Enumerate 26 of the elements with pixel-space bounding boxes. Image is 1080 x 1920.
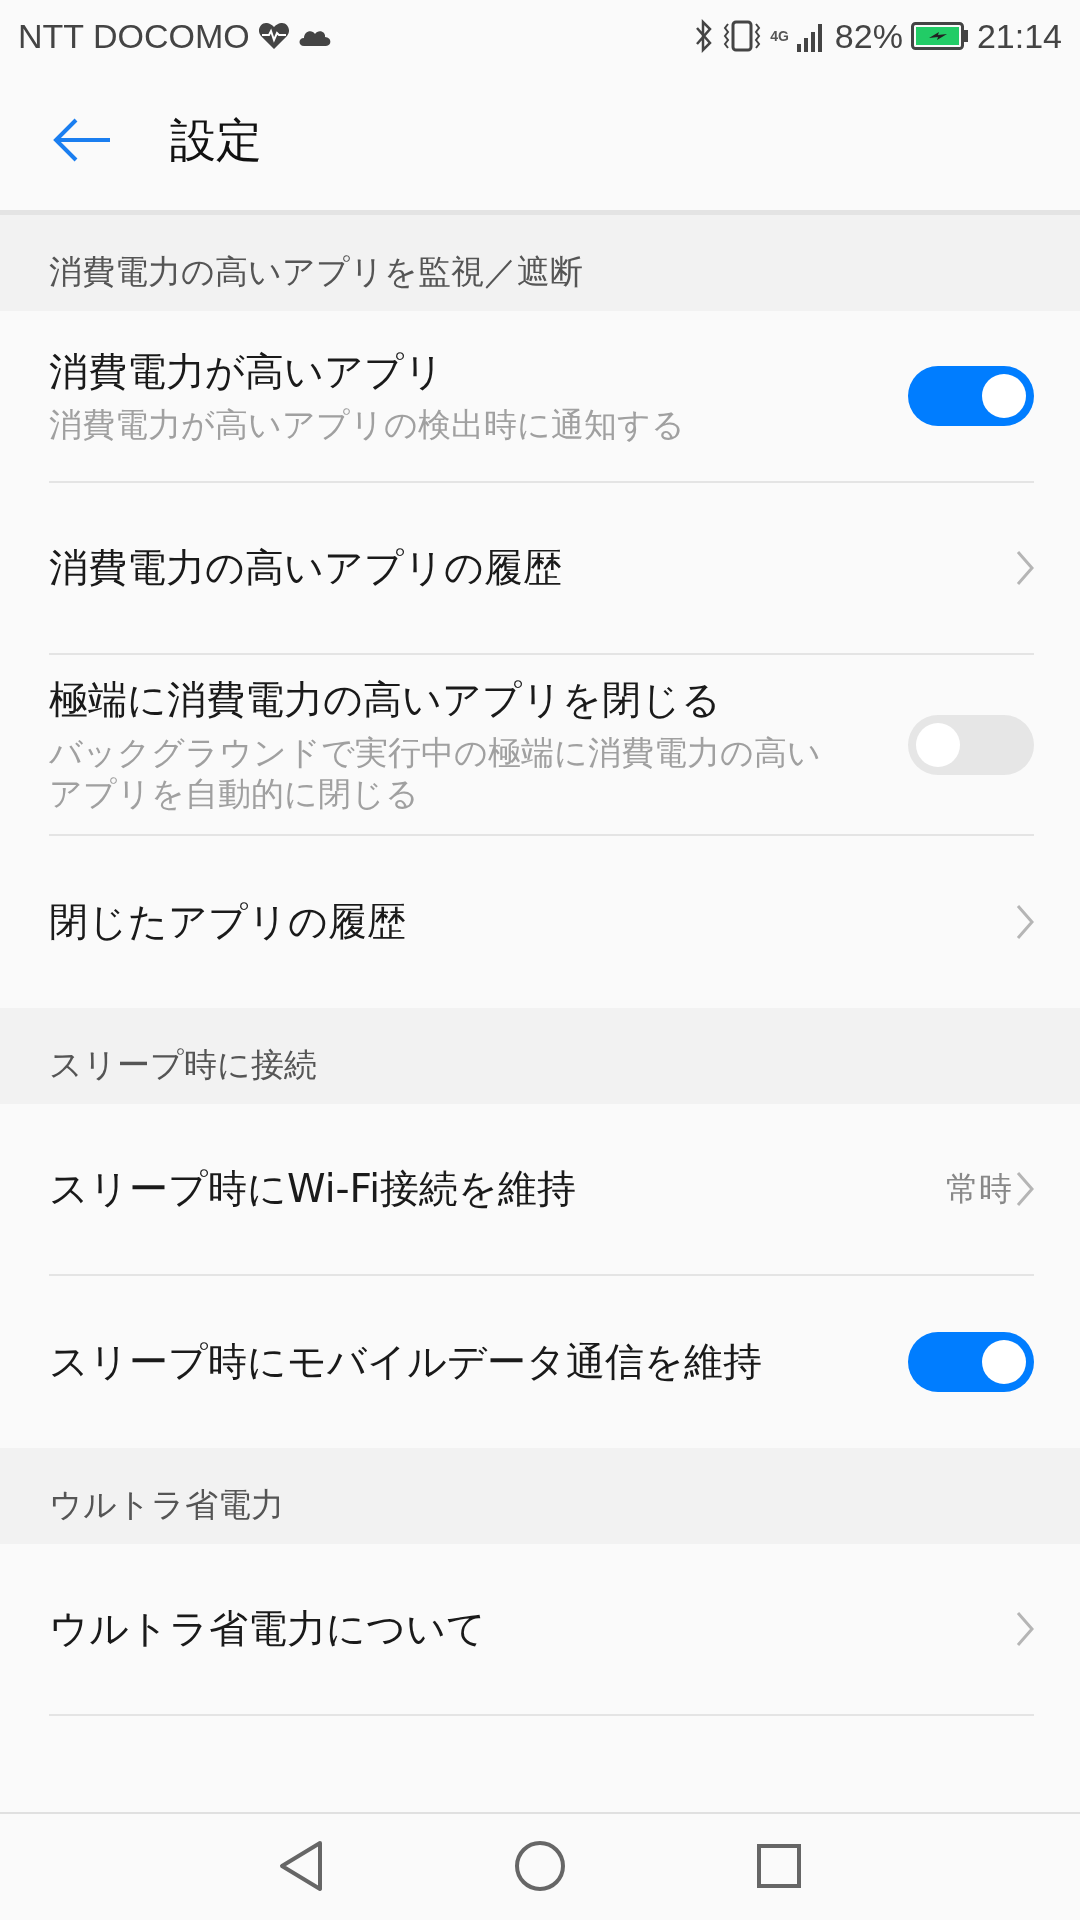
setting-title: 閉じたアプリの履歴: [49, 897, 407, 946]
battery-percent: 82%: [834, 16, 903, 56]
battery-charging-icon: [910, 22, 969, 50]
clock-time: 21:14: [976, 16, 1062, 56]
network-type: 4G: [770, 29, 789, 43]
chevron-right-icon[interactable]: [1016, 1611, 1034, 1648]
section-header: スリープ時に接続: [49, 1044, 317, 1087]
setting-description: バックグラウンドで実行中の極端に消費電力の高いアプリを自動的に閉じる: [49, 731, 822, 815]
chevron-right-icon[interactable]: [1016, 904, 1034, 941]
setting-title: 消費電力が高いアプリ: [49, 348, 445, 397]
chevron-right-icon[interactable]: [1016, 1171, 1034, 1208]
setting-value: 常時: [946, 1167, 1012, 1210]
section-header: ウルトラ省電力: [49, 1484, 284, 1527]
toggle-switch[interactable]: [908, 366, 1034, 426]
setting-description: 消費電力が高いアプリの検出時に通知する: [49, 403, 686, 445]
setting-title: 極端に消費電力の高いアプリを閉じる: [49, 676, 722, 724]
chevron-right-icon[interactable]: [1016, 550, 1034, 586]
setting-title: ウルトラ省電力について: [49, 1604, 487, 1653]
setting-title: スリープ時にモバイルデータ通信を維持: [49, 1337, 763, 1386]
section-header: 消費電力の高いアプリを監視／遮断: [49, 251, 583, 293]
carrier-name: NTT DOCOMO: [18, 16, 250, 56]
vibrate-icon: [722, 20, 763, 52]
setting-title: スリープ時にWi-Fi接続を維持: [49, 1164, 578, 1213]
heart-rate-icon: [257, 22, 290, 50]
setting-title: 消費電力の高いアプリの履歴: [49, 543, 563, 592]
page-title: 設定: [170, 112, 262, 169]
